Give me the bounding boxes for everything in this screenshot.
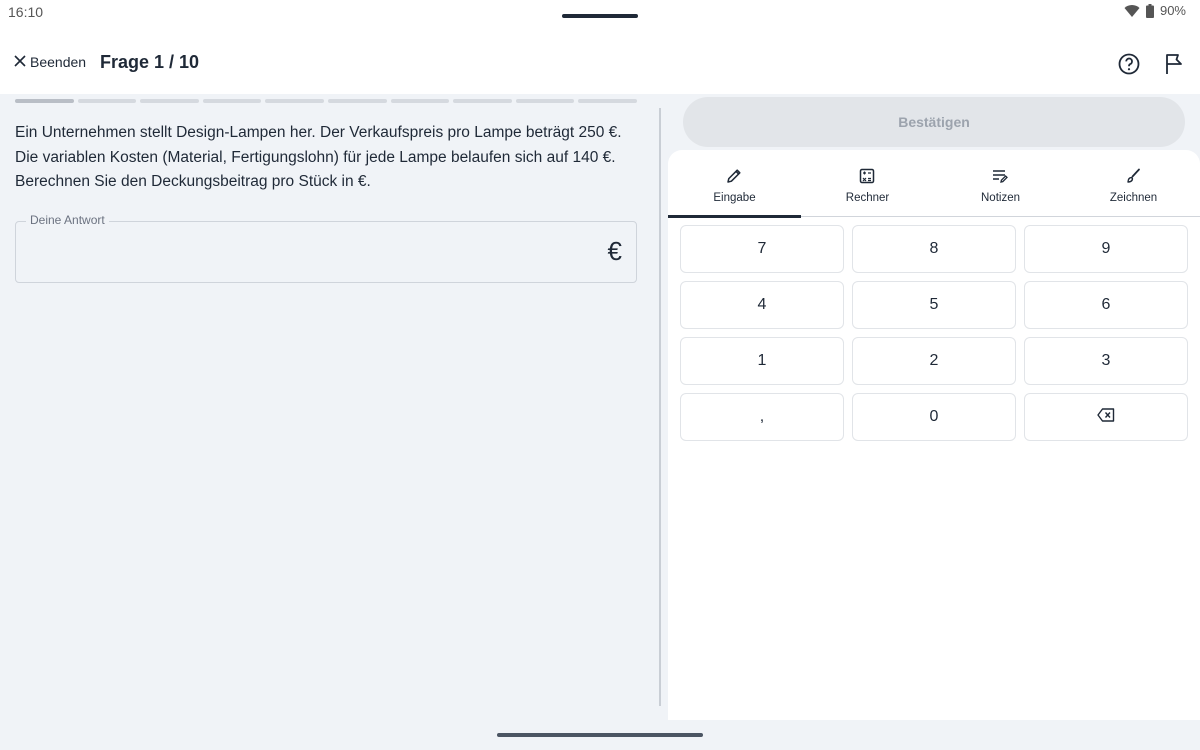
close-icon xyxy=(14,54,26,70)
calculator-icon xyxy=(857,166,877,186)
progress-segment xyxy=(390,99,450,103)
flag-button[interactable] xyxy=(1163,52,1185,76)
backspace-button[interactable] xyxy=(1024,393,1188,441)
key-5[interactable]: 5 xyxy=(852,281,1016,329)
battery-percent: 90% xyxy=(1159,3,1186,18)
key-4[interactable]: 4 xyxy=(680,281,844,329)
close-label: Beenden xyxy=(30,54,87,70)
tab-zeichnen[interactable]: Zeichnen xyxy=(1067,150,1200,217)
key-6[interactable]: 6 xyxy=(1024,281,1188,329)
brush-icon xyxy=(1123,166,1143,186)
progress-segment xyxy=(515,99,575,103)
battery-icon xyxy=(1145,3,1154,18)
confirm-button[interactable]: Bestätigen xyxy=(683,97,1185,147)
backspace-icon xyxy=(1097,407,1115,427)
question-text: Ein Unternehmen stellt Design-Lampen her… xyxy=(15,121,645,195)
answer-field[interactable]: € xyxy=(15,221,637,283)
answer-label: Deine Antwort xyxy=(26,213,109,227)
input-panel: Eingabe Rechner Notizen Zeichnen 7 8 9 4… xyxy=(668,150,1200,720)
tab-rechner[interactable]: Rechner xyxy=(801,150,934,217)
tab-label: Eingabe xyxy=(713,192,756,204)
question-line: Berechnen Sie den Deckungsbeitrag pro St… xyxy=(15,173,371,190)
progress-segment xyxy=(140,99,199,103)
progress-segment xyxy=(77,99,137,103)
flag-icon xyxy=(1163,54,1185,80)
status-time: 16:10 xyxy=(8,4,44,20)
key-3[interactable]: 3 xyxy=(1024,337,1188,385)
answer-input[interactable] xyxy=(28,234,588,270)
progress-segment xyxy=(453,99,512,103)
key-7[interactable]: 7 xyxy=(680,225,844,273)
key-1[interactable]: 1 xyxy=(680,337,844,385)
help-button[interactable] xyxy=(1117,52,1141,76)
help-icon xyxy=(1117,53,1141,80)
home-indicator xyxy=(497,733,703,737)
euro-unit: € xyxy=(607,236,622,266)
tab-label: Zeichnen xyxy=(1109,192,1158,204)
question-line: Ein Unternehmen stellt Design-Lampen her… xyxy=(15,124,622,141)
progress-bar xyxy=(15,99,637,103)
progress-segment xyxy=(327,99,387,103)
pencil-icon xyxy=(724,166,744,186)
progress-segment xyxy=(15,99,74,103)
tab-label: Notizen xyxy=(981,192,1020,204)
tab-eingabe[interactable]: Eingabe xyxy=(668,150,801,218)
header: Beenden Frage 1 / 10 xyxy=(0,32,1200,94)
tab-notizen[interactable]: Notizen xyxy=(934,150,1067,217)
panel-divider[interactable] xyxy=(659,108,661,706)
status-icons: 90% xyxy=(1124,3,1186,18)
key-comma[interactable]: , xyxy=(680,393,844,441)
notes-icon xyxy=(990,166,1010,186)
key-9[interactable]: 9 xyxy=(1024,225,1188,273)
page-title: Frage 1 / 10 xyxy=(100,52,200,72)
key-0[interactable]: 0 xyxy=(852,393,1016,441)
progress-segment xyxy=(202,99,262,103)
tool-tabs: Eingabe Rechner Notizen Zeichnen xyxy=(668,150,1200,218)
key-8[interactable]: 8 xyxy=(852,225,1016,273)
top-handle xyxy=(562,14,638,18)
progress-segment xyxy=(265,99,324,103)
number-keypad: 7 8 9 4 5 6 1 2 3 , 0 xyxy=(680,225,1189,441)
key-2[interactable]: 2 xyxy=(852,337,1016,385)
close-button[interactable]: Beenden xyxy=(14,54,86,70)
wifi-icon xyxy=(1124,4,1140,18)
question-line: Die variablen Kosten (Material, Fertigun… xyxy=(15,148,616,166)
status-bar: 16:10 90% xyxy=(0,0,1200,32)
progress-segment xyxy=(578,99,637,103)
tab-label: Rechner xyxy=(845,192,890,204)
